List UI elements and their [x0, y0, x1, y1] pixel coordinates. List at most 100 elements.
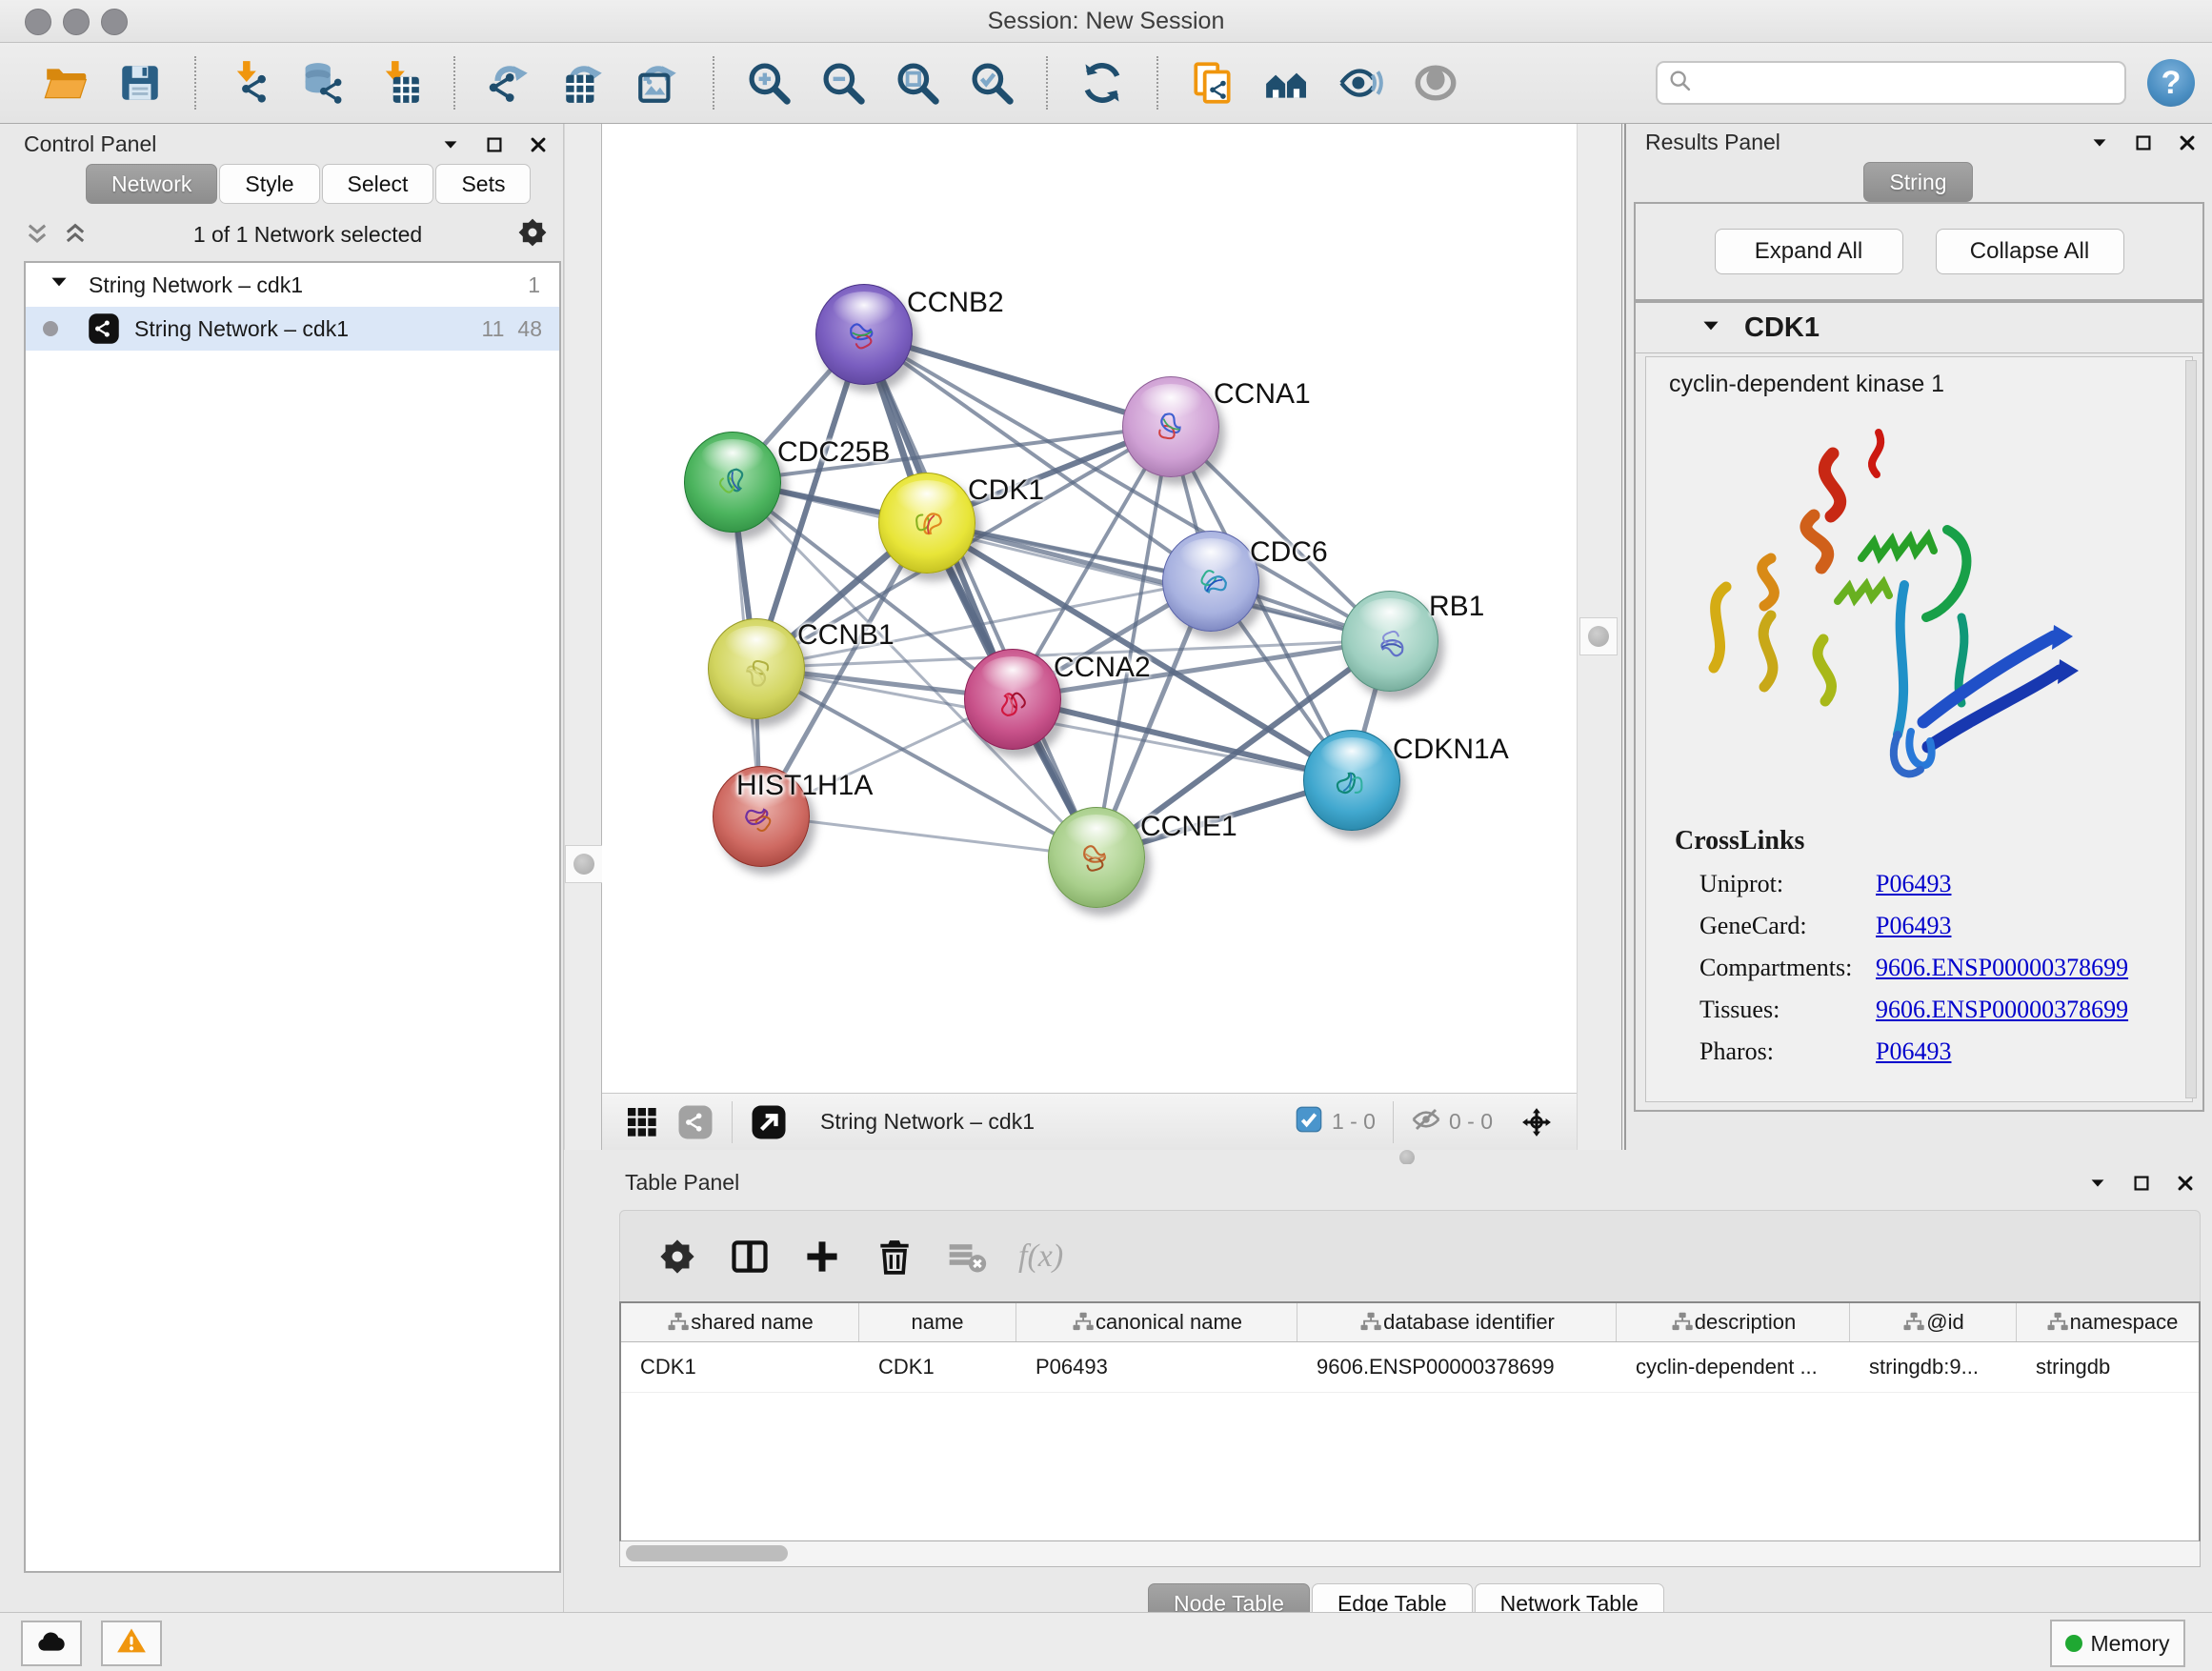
panel-collapse-icon[interactable]	[439, 133, 462, 156]
collapse-all-button[interactable]: Collapse All	[1936, 229, 2124, 274]
hidden-eye-icon[interactable]	[1411, 1104, 1441, 1140]
gray-eye-button[interactable]	[1409, 56, 1462, 110]
node-ccnb2[interactable]	[815, 284, 913, 385]
tab-style[interactable]: Style	[219, 164, 319, 204]
panel-collapse-icon[interactable]	[2086, 1172, 2109, 1195]
open-in-new-icon[interactable]	[748, 1101, 790, 1143]
panel-float-icon[interactable]	[2132, 131, 2155, 154]
right-splitter-handle[interactable]	[1579, 617, 1618, 655]
network-canvas[interactable]: CCNB2CCNA1CDC25BCDK1CDC6RB1CCNB1CCNA2CDK…	[602, 124, 1577, 1093]
gear-icon[interactable]	[515, 215, 550, 254]
expand-all-button[interactable]: Expand All	[1715, 229, 1903, 274]
zoom-out-button[interactable]	[816, 56, 870, 110]
table-cell[interactable]: stringdb:9...	[1850, 1342, 2017, 1392]
gene-header-row[interactable]: CDK1	[1636, 303, 2202, 353]
column-header-shared-name[interactable]: shared name	[621, 1303, 859, 1341]
crosslink-link[interactable]: 9606.ENSP00000378699	[1876, 996, 2128, 1024]
export-table-button[interactable]	[557, 56, 611, 110]
panel-close-icon[interactable]	[2174, 1172, 2197, 1195]
node-ccna1[interactable]	[1122, 376, 1219, 477]
search-field[interactable]	[1656, 61, 2126, 105]
crosslink-link[interactable]: P06493	[1876, 1037, 1951, 1066]
node-ccna2[interactable]	[964, 649, 1061, 750]
expand-all-icon[interactable]	[62, 220, 94, 249]
add-column-icon[interactable]	[795, 1230, 849, 1283]
table-horizontal-scrollbar[interactable]	[619, 1541, 2201, 1567]
birds-eye-grid-icon[interactable]	[621, 1101, 663, 1143]
column-header-description[interactable]: description	[1617, 1303, 1850, 1341]
node-table[interactable]: shared namenamecanonical namedatabase id…	[619, 1301, 2201, 1541]
table-cell[interactable]: CDK1	[621, 1342, 859, 1392]
import-network-from-database-button[interactable]	[298, 56, 352, 110]
horizontal-splitter[interactable]	[602, 1150, 2212, 1164]
edge-hist1h1a-ccne1[interactable]	[760, 815, 1096, 856]
show-columns-icon[interactable]	[723, 1230, 776, 1283]
node-cdkn1a[interactable]	[1303, 730, 1400, 831]
node-ccne1[interactable]	[1048, 807, 1145, 908]
collapse-all-icon[interactable]	[24, 220, 56, 249]
export-table-icon	[560, 59, 608, 107]
tab-sets[interactable]: Sets	[435, 164, 531, 204]
left-splitter[interactable]	[564, 124, 602, 1150]
zoom-selected-button[interactable]	[965, 56, 1018, 110]
network-row-selected[interactable]: String Network – cdk1 11 48	[26, 307, 559, 351]
scrollbar-thumb[interactable]	[626, 1545, 788, 1561]
delete-column-trash-icon[interactable]	[868, 1230, 921, 1283]
node-cdc6[interactable]	[1162, 531, 1259, 632]
import-network-button[interactable]	[224, 56, 277, 110]
search-input[interactable]	[1701, 70, 2115, 96]
panel-float-icon[interactable]	[2130, 1172, 2153, 1195]
table-cell[interactable]: P06493	[1016, 1342, 1297, 1392]
right-splitter[interactable]	[1577, 124, 1625, 1150]
node-rb1[interactable]	[1341, 591, 1438, 692]
crosslink-link[interactable]: 9606.ENSP00000378699	[1876, 954, 2128, 982]
column-header-@id[interactable]: @id	[1850, 1303, 2017, 1341]
panel-float-icon[interactable]	[483, 133, 506, 156]
zoom-fit-button[interactable]	[891, 56, 944, 110]
tab-network[interactable]: Network	[86, 164, 217, 204]
refresh-button[interactable]	[1076, 56, 1129, 110]
import-table-button[interactable]	[372, 56, 426, 110]
save-session-button[interactable]	[113, 56, 167, 110]
tab-select[interactable]: Select	[322, 164, 434, 204]
share-gray-icon[interactable]	[674, 1101, 716, 1143]
panel-close-icon[interactable]	[2176, 131, 2199, 154]
left-splitter-handle[interactable]	[565, 845, 603, 883]
selected-checkbox-icon[interactable]	[1294, 1104, 1324, 1140]
node-ccnb1[interactable]	[708, 618, 805, 719]
crosslink-link[interactable]: P06493	[1876, 870, 1951, 898]
table-cell[interactable]: stringdb	[2017, 1342, 2201, 1392]
edge-ccnb2-ccne1[interactable]	[863, 333, 1096, 856]
tab-string[interactable]: String	[1863, 162, 1972, 202]
results-scrollbar[interactable]	[2185, 360, 2197, 1098]
network-collection-row[interactable]: String Network – cdk1 1	[26, 263, 559, 307]
panel-collapse-icon[interactable]	[2088, 131, 2111, 154]
table-cell[interactable]: CDK1	[859, 1342, 1016, 1392]
export-network-button[interactable]	[483, 56, 536, 110]
column-header-canonical-name[interactable]: canonical name	[1016, 1303, 1297, 1341]
houses-button[interactable]	[1260, 56, 1314, 110]
document-share-button[interactable]	[1186, 56, 1239, 110]
table-row[interactable]: CDK1CDK1P064939606.ENSP00000378699cyclin…	[621, 1342, 2199, 1393]
help-button[interactable]: ?	[2147, 59, 2195, 107]
node-cdk1[interactable]	[878, 473, 975, 574]
cloud-button[interactable]	[21, 1621, 82, 1666]
export-image-button[interactable]	[632, 56, 685, 110]
disclosure-triangle-icon[interactable]	[1636, 313, 1744, 343]
table-settings-gear-icon[interactable]	[651, 1230, 704, 1283]
zoom-in-button[interactable]	[742, 56, 795, 110]
warnings-button[interactable]	[101, 1621, 162, 1666]
crosslink-link[interactable]: P06493	[1876, 912, 1951, 940]
column-header-namespace[interactable]: namespace	[2017, 1303, 2201, 1341]
table-cell[interactable]: 9606.ENSP00000378699	[1297, 1342, 1617, 1392]
panel-close-icon[interactable]	[527, 133, 550, 156]
open-session-button[interactable]	[39, 56, 92, 110]
memory-button[interactable]: Memory	[2050, 1620, 2185, 1667]
eye-waves-button[interactable]	[1335, 56, 1388, 110]
table-cell[interactable]: cyclin-dependent ...	[1617, 1342, 1850, 1392]
node-cdc25b[interactable]	[684, 432, 781, 533]
column-header-name[interactable]: name	[859, 1303, 1016, 1341]
column-header-database-identifier[interactable]: database identifier	[1297, 1303, 1617, 1341]
move-crosshair-icon[interactable]	[1516, 1101, 1558, 1143]
disclosure-triangle-icon[interactable]	[47, 270, 71, 300]
